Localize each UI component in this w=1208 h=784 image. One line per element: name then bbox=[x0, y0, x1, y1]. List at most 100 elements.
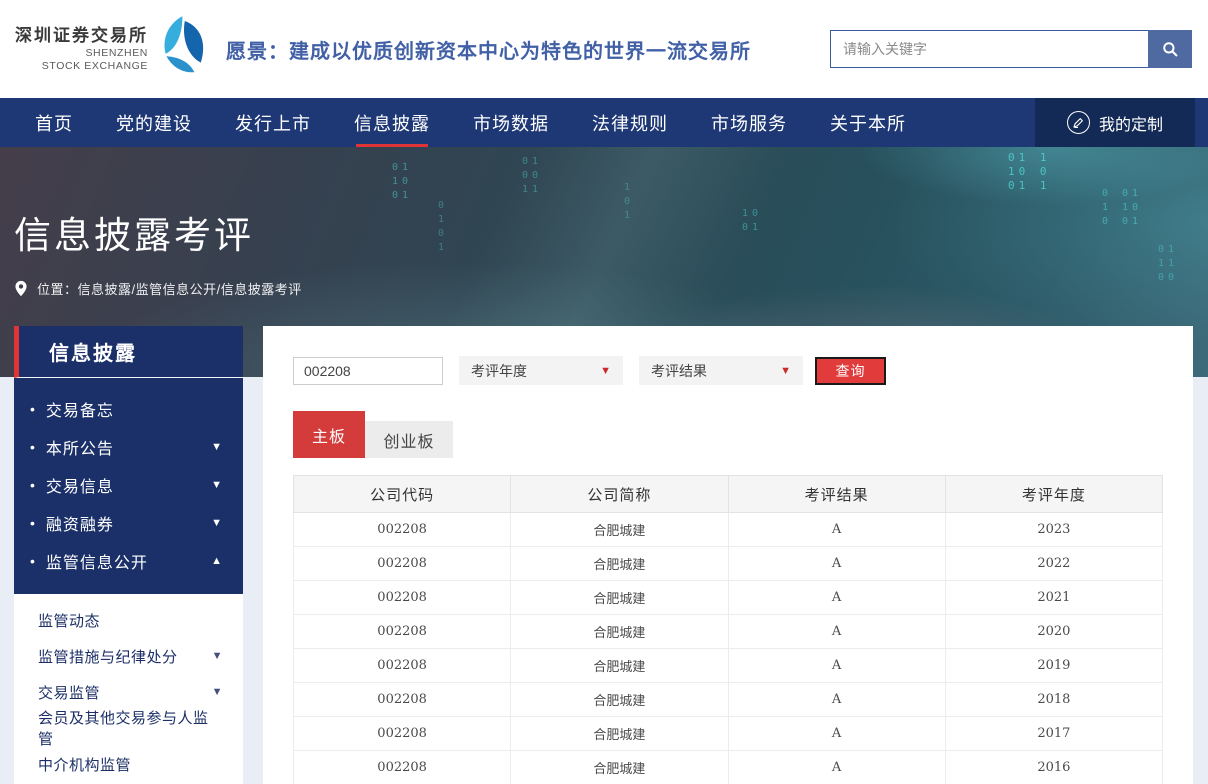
sidebar-item-label: 交易信息 bbox=[46, 473, 114, 497]
table-row: 002208合肥城建A2016 bbox=[294, 751, 1163, 784]
logo[interactable]: 深圳证券交易所 SHENZHEN STOCK EXCHANGE bbox=[15, 16, 222, 82]
breadcrumb: 位置：信息披露/监管信息公开/信息披露考评 bbox=[14, 279, 1208, 298]
evaluation-result-select-label: 考评结果 bbox=[651, 361, 707, 381]
chevron-down-icon: ▼ bbox=[211, 480, 223, 491]
table-cell: 2020 bbox=[945, 615, 1162, 649]
table-row: 002208合肥城建A2017 bbox=[294, 717, 1163, 751]
query-button[interactable]: 查询 bbox=[815, 357, 886, 385]
evaluation-year-select[interactable]: 考评年度 ▼ bbox=[459, 356, 623, 385]
chevron-down-icon: ▼ bbox=[211, 518, 223, 529]
table-cell: 002208 bbox=[294, 717, 511, 751]
submenu-item-intermediary-supervision[interactable]: 中介机构监管 bbox=[14, 746, 243, 782]
sidebar-item-label: 交易备忘 bbox=[46, 397, 114, 421]
company-code-input[interactable] bbox=[293, 357, 443, 385]
table-header-cell: 公司简称 bbox=[511, 476, 728, 513]
table-cell: 合肥城建 bbox=[511, 649, 728, 683]
submenu-item-measures-discipline[interactable]: 监管措施与纪律处分 ▼ bbox=[14, 638, 243, 674]
vision-slogan: 愿景：建成以优质创新资本中心为特色的世界一流交易所 bbox=[226, 35, 751, 64]
sidebar-title: 信息披露 bbox=[14, 326, 243, 378]
submenu-item-trading-supervision[interactable]: 交易监管 ▼ bbox=[14, 674, 243, 710]
breadcrumb-text: 位置：信息披露/监管信息公开/信息披露考评 bbox=[37, 279, 302, 298]
submenu-item-regulatory-updates[interactable]: 监管动态 bbox=[14, 602, 243, 638]
submenu-item-label: 监管动态 bbox=[38, 610, 100, 631]
my-customization-button[interactable]: 我的定制 bbox=[1035, 98, 1195, 147]
sidebar-item-label: 融资融券 bbox=[46, 511, 114, 535]
sidebar-item-margin-trading[interactable]: • 融资融券 ▼ bbox=[14, 504, 243, 542]
tab-chinext[interactable]: 创业板 bbox=[365, 421, 453, 458]
dropdown-caret-icon: ▼ bbox=[780, 365, 791, 377]
search-icon bbox=[1161, 40, 1179, 58]
board-tabs: 主板 创业板 bbox=[293, 411, 1163, 458]
table-cell: 合肥城建 bbox=[511, 751, 728, 784]
dropdown-caret-icon: ▼ bbox=[600, 365, 611, 377]
table-cell: 2022 bbox=[945, 547, 1162, 581]
table-cell: 合肥城建 bbox=[511, 581, 728, 615]
bullet-icon: • bbox=[30, 401, 36, 417]
submenu-item-label: 中介机构监管 bbox=[38, 754, 131, 775]
table-row: 002208合肥城建A2023 bbox=[294, 513, 1163, 547]
nav-item-party-building[interactable]: 党的建设 bbox=[116, 98, 192, 147]
content-area: 信息披露 • 交易备忘 • 本所公告 ▼ • 交易信息 ▼ • 融资融券 ▼ bbox=[0, 326, 1208, 784]
table-cell: 2016 bbox=[945, 751, 1162, 784]
filter-bar: 考评年度 ▼ 考评结果 ▼ 查询 bbox=[293, 356, 1163, 385]
table-cell: A bbox=[728, 581, 945, 615]
table-cell: 002208 bbox=[294, 513, 511, 547]
sidebar-item-exchange-announcements[interactable]: • 本所公告 ▼ bbox=[14, 428, 243, 466]
table-cell: 002208 bbox=[294, 547, 511, 581]
table-cell: 002208 bbox=[294, 615, 511, 649]
search-input[interactable] bbox=[830, 30, 1148, 68]
bullet-icon: • bbox=[30, 439, 36, 455]
table-cell: A bbox=[728, 547, 945, 581]
nav-item-market-services[interactable]: 市场服务 bbox=[711, 98, 787, 147]
bullet-icon: • bbox=[30, 515, 36, 531]
tab-main-board[interactable]: 主板 bbox=[293, 411, 365, 458]
search-button[interactable] bbox=[1148, 30, 1192, 68]
nav-item-disclosure[interactable]: 信息披露 bbox=[354, 98, 430, 147]
nav-item-rules[interactable]: 法律规则 bbox=[592, 98, 668, 147]
evaluation-result-select[interactable]: 考评结果 ▼ bbox=[639, 356, 803, 385]
logo-chinese-name: 深圳证券交易所 bbox=[15, 25, 148, 46]
table-cell: 002208 bbox=[294, 683, 511, 717]
sidebar-item-trading-info[interactable]: • 交易信息 ▼ bbox=[14, 466, 243, 504]
sidebar-item-label: 监管信息公开 bbox=[46, 549, 148, 573]
table-row: 002208合肥城建A2019 bbox=[294, 649, 1163, 683]
nav-item-listing[interactable]: 发行上市 bbox=[235, 98, 311, 147]
table-row: 002208合肥城建A2020 bbox=[294, 615, 1163, 649]
main-panel: 考评年度 ▼ 考评结果 ▼ 查询 主板 创业板 公司代码公司简称考评结果考评年度… bbox=[263, 326, 1193, 784]
table-cell: 2018 bbox=[945, 683, 1162, 717]
table-cell: 合肥城建 bbox=[511, 547, 728, 581]
table-header-cell: 考评年度 bbox=[945, 476, 1162, 513]
table-cell: A bbox=[728, 717, 945, 751]
main-nav: 首页 党的建设 发行上市 信息披露 市场数据 法律规则 市场服务 关于本所 我的… bbox=[0, 98, 1208, 147]
chevron-up-icon: ▲ bbox=[211, 556, 223, 567]
table-cell: 合肥城建 bbox=[511, 615, 728, 649]
table-cell: A bbox=[728, 683, 945, 717]
table-cell: 2017 bbox=[945, 717, 1162, 751]
evaluation-year-select-label: 考评年度 bbox=[471, 361, 527, 381]
table-body: 002208合肥城建A2023002208合肥城建A2022002208合肥城建… bbox=[294, 513, 1163, 784]
submenu-item-label: 会员及其他交易参与人监管 bbox=[38, 707, 223, 749]
table-header-row: 公司代码公司简称考评结果考评年度 bbox=[294, 476, 1163, 513]
table-cell: 2023 bbox=[945, 513, 1162, 547]
chevron-down-icon: ▼ bbox=[212, 687, 223, 698]
location-pin-icon bbox=[14, 280, 28, 297]
nav-item-market-data[interactable]: 市场数据 bbox=[473, 98, 549, 147]
sidebar-item-trading-memo[interactable]: • 交易备忘 bbox=[14, 390, 243, 428]
submenu-item-member-supervision[interactable]: 会员及其他交易参与人监管 bbox=[14, 710, 243, 746]
site-search bbox=[830, 30, 1192, 68]
table-cell: 002208 bbox=[294, 649, 511, 683]
bullet-icon: • bbox=[30, 477, 36, 493]
top-header: 深圳证券交易所 SHENZHEN STOCK EXCHANGE 愿景：建成以优质… bbox=[0, 0, 1208, 98]
customize-pencil-icon bbox=[1067, 111, 1090, 134]
table-cell: 合肥城建 bbox=[511, 683, 728, 717]
sidebar-item-regulatory-disclosure[interactable]: • 监管信息公开 ▲ bbox=[14, 542, 243, 580]
nav-item-home[interactable]: 首页 bbox=[35, 98, 73, 147]
table-cell: A bbox=[728, 513, 945, 547]
table-cell: 2021 bbox=[945, 581, 1162, 615]
table-row: 002208合肥城建A2021 bbox=[294, 581, 1163, 615]
logo-english-name: SHENZHEN STOCK EXCHANGE bbox=[15, 47, 148, 73]
nav-item-about[interactable]: 关于本所 bbox=[830, 98, 906, 147]
sidebar-menu: • 交易备忘 • 本所公告 ▼ • 交易信息 ▼ • 融资融券 ▼ • 监管信 bbox=[14, 378, 243, 594]
table-row: 002208合肥城建A2022 bbox=[294, 547, 1163, 581]
logo-text: 深圳证券交易所 SHENZHEN STOCK EXCHANGE bbox=[15, 25, 148, 73]
